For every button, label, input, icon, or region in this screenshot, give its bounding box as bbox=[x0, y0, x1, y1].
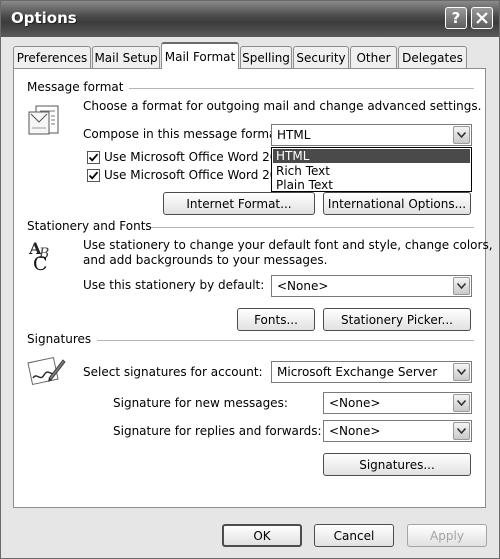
compose-format-value: HTML bbox=[277, 128, 311, 142]
help-button[interactable]: ? bbox=[445, 7, 467, 29]
stationery-default-value: <None> bbox=[277, 279, 329, 293]
divider bbox=[151, 227, 474, 228]
stationery-picker-button[interactable]: Stationery Picker... bbox=[323, 308, 471, 331]
tab-mail-setup[interactable]: Mail Setup bbox=[92, 46, 160, 68]
internet-format-button[interactable]: Internet Format... bbox=[163, 192, 315, 215]
signature-replies-value: <None> bbox=[329, 424, 381, 438]
divider bbox=[129, 88, 474, 89]
signature-new-label: Signature for new messages: bbox=[113, 396, 288, 410]
chevron-down-icon[interactable] bbox=[453, 394, 470, 412]
title-bar[interactable]: Options ? bbox=[1, 1, 499, 37]
chevron-down-icon[interactable] bbox=[453, 363, 470, 381]
word-reader-label: Use Microsoft Office Word 200 bbox=[104, 168, 286, 182]
cancel-button[interactable]: Cancel bbox=[314, 524, 394, 547]
signature-account-value: Microsoft Exchange Server bbox=[277, 365, 438, 379]
options-dialog: Options ? Preferences Mail Setup Mail Fo… bbox=[0, 0, 500, 559]
tab-other[interactable]: Other bbox=[350, 46, 397, 68]
dropdown-option-html[interactable]: HTML bbox=[273, 149, 470, 163]
fonts-button[interactable]: Fonts... bbox=[237, 308, 315, 331]
divider bbox=[97, 340, 474, 341]
stationery-fonts-icon: A B C bbox=[27, 237, 67, 275]
signature-account-select[interactable]: Microsoft Exchange Server bbox=[271, 361, 472, 383]
signature-replies-select[interactable]: <None> bbox=[323, 420, 472, 442]
compose-format-dropdown: HTML Rich Text Plain Text bbox=[271, 147, 472, 192]
help-icon: ? bbox=[451, 9, 461, 27]
stationery-default-select[interactable]: <None> bbox=[271, 275, 472, 297]
stationery-description-line2: and add backgrounds to your messages. bbox=[83, 253, 328, 267]
signatures-heading: Signatures bbox=[27, 332, 92, 346]
compose-format-label: Compose in this message format: bbox=[83, 127, 286, 141]
tab-security[interactable]: Security bbox=[293, 46, 349, 68]
message-format-description: Choose a format for outgoing mail and ch… bbox=[83, 99, 482, 113]
message-format-heading: Message format bbox=[27, 80, 124, 94]
signature-new-value: <None> bbox=[329, 396, 381, 410]
tab-spelling[interactable]: Spelling bbox=[240, 46, 292, 68]
svg-text:C: C bbox=[33, 253, 48, 273]
window-title: Options bbox=[11, 9, 77, 27]
stationery-description-line1: Use stationery to change your default fo… bbox=[83, 238, 493, 252]
stationery-default-label: Use this stationery by default: bbox=[83, 278, 265, 292]
dropdown-option-plain-text[interactable]: Plain Text bbox=[273, 178, 470, 192]
dropdown-option-rich-text[interactable]: Rich Text bbox=[273, 164, 470, 178]
apply-button[interactable]: Apply bbox=[407, 524, 487, 547]
word-editor-label: Use Microsoft Office Word 200 bbox=[104, 150, 286, 164]
close-button[interactable] bbox=[471, 7, 493, 29]
signature-replies-label: Signature for replies and forwards: bbox=[113, 424, 322, 438]
compose-format-select[interactable]: HTML bbox=[271, 124, 472, 146]
tab-delegates[interactable]: Delegates bbox=[398, 46, 467, 68]
word-editor-checkbox[interactable] bbox=[87, 151, 100, 164]
close-icon bbox=[476, 12, 488, 24]
signature-pen-icon bbox=[27, 354, 67, 388]
chevron-down-icon[interactable] bbox=[453, 126, 470, 144]
tab-mail-format[interactable]: Mail Format bbox=[161, 42, 239, 69]
word-reader-checkbox[interactable] bbox=[87, 169, 100, 182]
checkmark-icon bbox=[88, 171, 99, 180]
message-format-icon bbox=[27, 104, 63, 136]
signature-account-label: Select signatures for account: bbox=[83, 365, 263, 379]
checkmark-icon bbox=[88, 153, 99, 162]
tab-preferences[interactable]: Preferences bbox=[13, 46, 91, 68]
international-options-button[interactable]: International Options... bbox=[323, 192, 471, 215]
stationery-heading: Stationery and Fonts bbox=[27, 219, 152, 233]
signatures-button[interactable]: Signatures... bbox=[323, 453, 471, 476]
chevron-down-icon[interactable] bbox=[453, 277, 470, 295]
signature-new-select[interactable]: <None> bbox=[323, 392, 472, 414]
chevron-down-icon[interactable] bbox=[453, 422, 470, 440]
ok-button[interactable]: OK bbox=[222, 524, 302, 547]
